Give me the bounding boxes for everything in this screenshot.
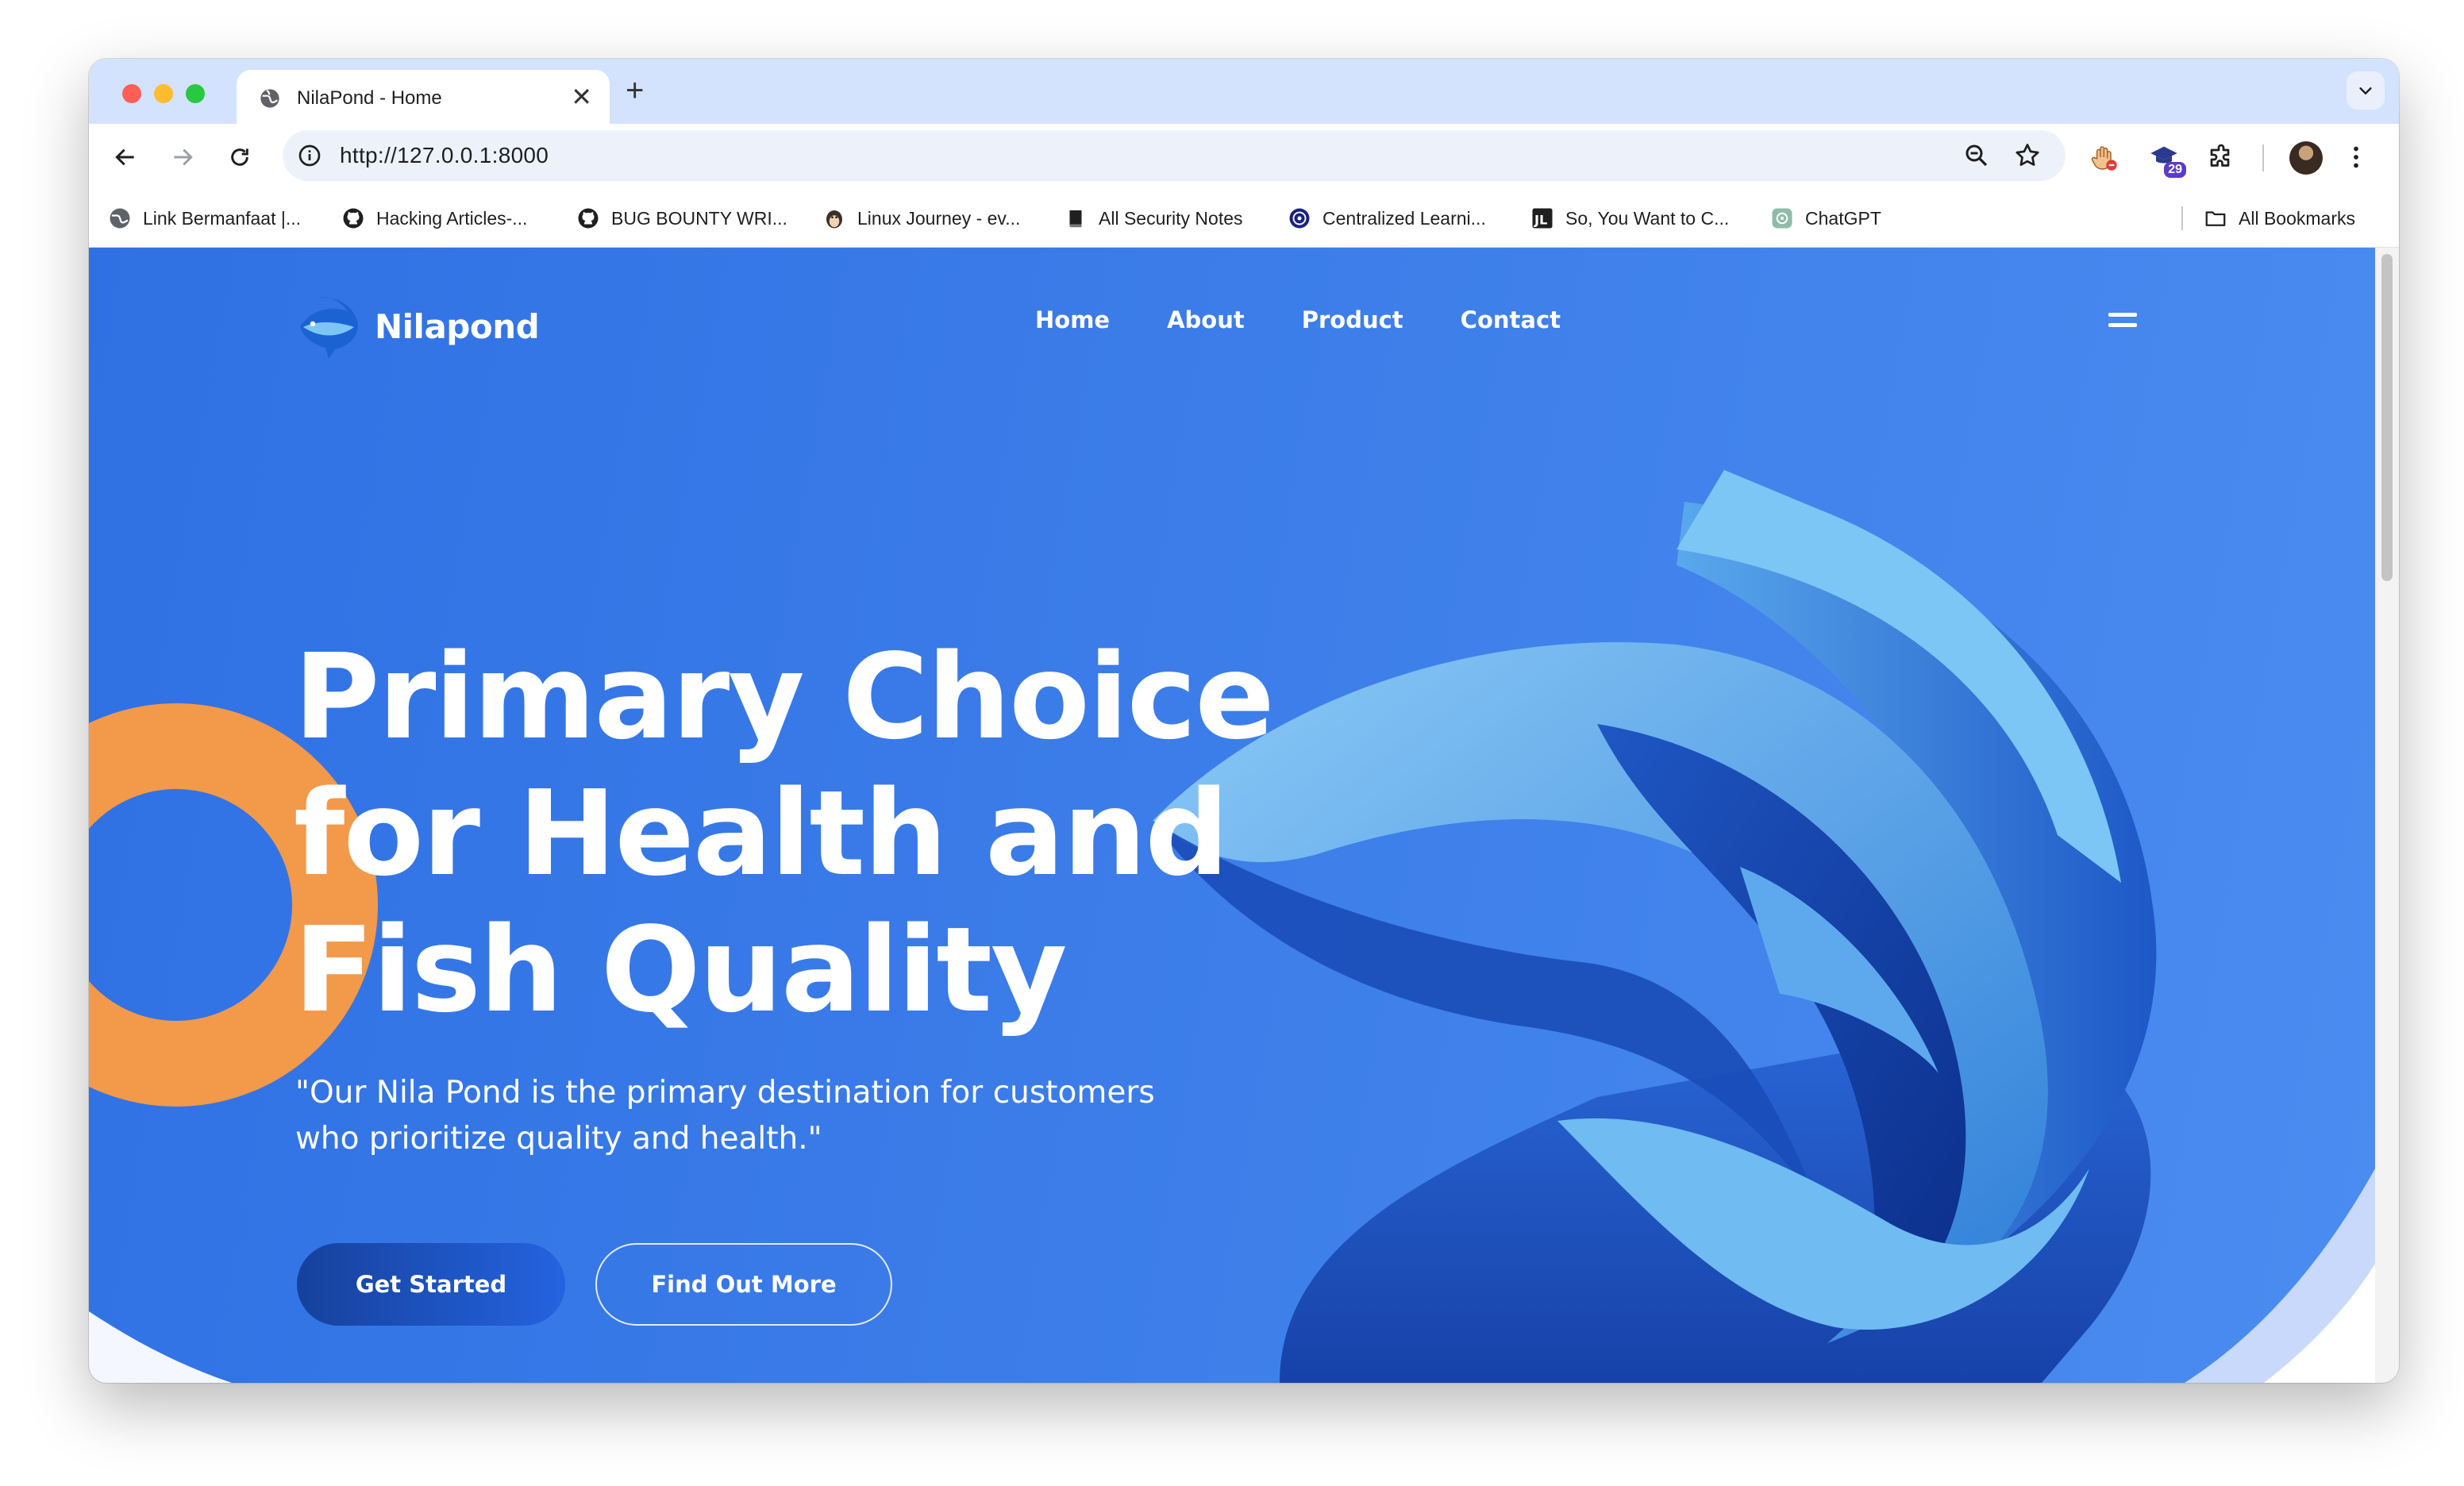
- corner-curve-left: [89, 1311, 232, 1383]
- globe-icon: [110, 208, 130, 229]
- fish-logo-icon: [300, 297, 358, 359]
- toolbar-divider: [2262, 144, 2264, 171]
- site-navigation: Home About Product Contact: [1035, 306, 1618, 333]
- all-bookmarks-button[interactable]: All Bookmarks: [2204, 205, 2355, 232]
- hero-title-line: Primary Choice: [294, 629, 1275, 765]
- browser-menu-button[interactable]: [2339, 140, 2374, 175]
- folder-icon: [2205, 211, 2226, 226]
- browser-toolbar: http://127.0.0.1:8000 29: [89, 124, 2399, 189]
- bookmark-item[interactable]: Centralized Learni...: [1288, 205, 1486, 232]
- bookmark-item[interactable]: BUG BOUNTY WRI...: [576, 205, 787, 232]
- book-icon: [1069, 210, 1082, 228]
- back-button[interactable]: [108, 140, 143, 175]
- puzzle-icon: [2210, 144, 2230, 167]
- bookmark-item[interactable]: All Security Notes: [1064, 205, 1243, 232]
- hero-subtitle: "Our Nila Pond is the primary destinatio…: [295, 1070, 1232, 1162]
- bookmark-item[interactable]: Hacking Articles-...: [341, 205, 527, 232]
- maximize-window-button[interactable]: [186, 84, 205, 103]
- chatgpt-icon: [1772, 208, 1792, 229]
- arrow-left-icon: [115, 148, 134, 166]
- nav-link-product[interactable]: Product: [1302, 306, 1403, 333]
- forward-button[interactable]: [165, 140, 200, 175]
- bookmark-item[interactable]: Linux Journey - ev...: [822, 205, 1020, 232]
- nav-link-contact[interactable]: Contact: [1461, 306, 1561, 333]
- kebab-menu-icon: [2354, 146, 2358, 168]
- extensions-button[interactable]: [2204, 140, 2239, 175]
- jl-icon: JL: [1532, 208, 1553, 229]
- bookmark-item[interactable]: ChatGPT: [1770, 205, 1881, 232]
- address-bar[interactable]: http://127.0.0.1:8000: [283, 130, 2066, 181]
- hand-icon: [2091, 146, 2117, 171]
- nav-link-home[interactable]: Home: [1035, 306, 1110, 333]
- bookmark-item[interactable]: Link Bermanfaat |...: [108, 205, 301, 232]
- extension-graduation-icon[interactable]: 29: [2146, 140, 2186, 178]
- tab-search-button[interactable]: [2347, 71, 2385, 110]
- tab-strip: NilaPond - Home ✕ +: [89, 59, 2399, 125]
- tab-close-button[interactable]: ✕: [571, 83, 592, 111]
- reload-icon: [231, 148, 248, 166]
- minimize-window-button[interactable]: [154, 84, 173, 103]
- bookmark-item[interactable]: JL So, You Want to C...: [1530, 205, 1729, 232]
- get-started-button[interactable]: Get Started: [297, 1243, 565, 1326]
- close-window-button[interactable]: [122, 84, 141, 103]
- svg-text:JL: JL: [1534, 213, 1547, 228]
- site-logo[interactable]: Nilapond: [294, 292, 540, 360]
- browser-window: NilaPond - Home ✕ + http://127.0.0.1:800…: [89, 59, 2399, 1383]
- find-out-more-button[interactable]: Find Out More: [595, 1243, 892, 1326]
- extension-badge: 29: [2164, 162, 2186, 178]
- fish-illustration: [1153, 470, 2157, 1383]
- url-text[interactable]: http://127.0.0.1:8000: [340, 143, 549, 168]
- page-scrollbar[interactable]: [2375, 248, 2399, 1383]
- profile-avatar[interactable]: [2289, 141, 2323, 175]
- active-tab[interactable]: NilaPond - Home ✕: [237, 70, 610, 125]
- scrollbar-thumb[interactable]: [2381, 254, 2393, 581]
- hero-title-line: Fish Quality: [294, 902, 1068, 1038]
- github-icon: [343, 208, 364, 229]
- hero-title: Primary Choice for Health and Fish Quali…: [294, 629, 1278, 1038]
- github-icon: [578, 208, 599, 229]
- logo-text: Nilapond: [375, 306, 540, 346]
- shield-icon: [1289, 208, 1310, 229]
- reload-button[interactable]: [222, 140, 257, 175]
- bookmarks-divider: [2181, 206, 2183, 230]
- hero-title-line: for Health and: [294, 765, 1229, 902]
- globe-icon: [260, 89, 279, 108]
- new-tab-button[interactable]: +: [626, 73, 644, 108]
- chevron-down-icon: [2359, 87, 2372, 95]
- bookmark-star-icon[interactable]: [2013, 141, 2042, 170]
- extension-hand-icon[interactable]: [2086, 140, 2121, 175]
- bookmarks-bar: Link Bermanfaat |... Hacking Articles-..…: [89, 189, 2399, 248]
- hamburger-menu-icon[interactable]: [2108, 313, 2137, 330]
- tab-title: NilaPond - Home: [297, 87, 442, 109]
- penguin-icon: [826, 210, 842, 229]
- hero-subtitle-line: who prioritize quality and health.": [295, 1121, 822, 1157]
- zoom-icon[interactable]: [1962, 141, 1991, 170]
- hero-subtitle-line: "Our Nila Pond is the primary destinatio…: [295, 1075, 1155, 1111]
- nav-link-about[interactable]: About: [1167, 306, 1245, 333]
- arrow-right-icon: [174, 148, 193, 166]
- info-icon[interactable]: [297, 143, 322, 168]
- hero-section: Nilapond Home About Product Contact Prim…: [89, 248, 2375, 1383]
